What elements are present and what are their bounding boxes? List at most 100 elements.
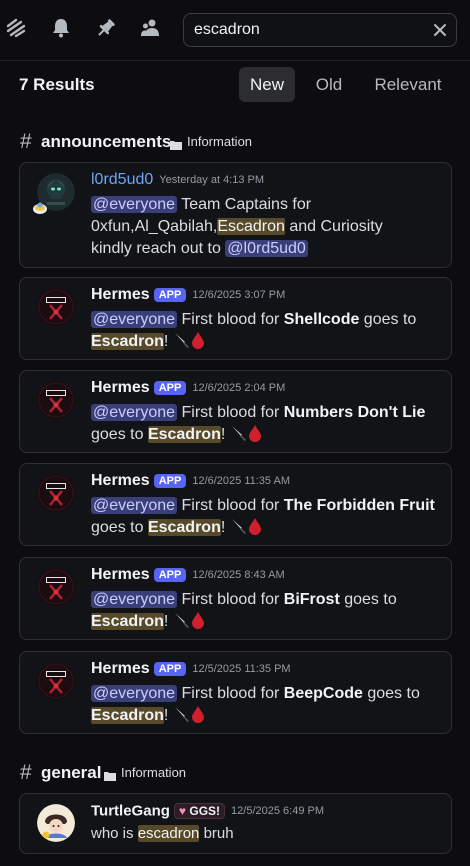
message-text: goes to: [91, 426, 148, 443]
knife-emoji-icon: [230, 424, 248, 449]
message-author[interactable]: Hermes: [91, 566, 150, 583]
folder-icon: [170, 137, 182, 150]
bell-icon[interactable]: [50, 17, 72, 39]
folder-icon: [104, 768, 116, 781]
message-author[interactable]: Hermes: [91, 286, 150, 303]
message-author[interactable]: Hermes: [91, 660, 150, 677]
search-result-message[interactable]: Hermes APP 12/6/2025 8:43 AM @everyone Fir…: [19, 557, 452, 640]
message-text: bruh: [199, 825, 234, 842]
blood-drop-emoji-icon: [191, 705, 205, 730]
message-content: @everyone First blood for Shellcode goes…: [91, 309, 441, 356]
challenge-name: BiFrost: [283, 591, 340, 608]
search-highlight: Escadron: [147, 426, 221, 443]
message-text: First blood for: [181, 685, 284, 702]
search-input[interactable]: [194, 14, 424, 46]
avatar[interactable]: [37, 288, 75, 326]
avatar[interactable]: [37, 381, 75, 419]
message-text: !: [220, 519, 226, 536]
avatar[interactable]: [37, 568, 75, 606]
app-badge: APP: [153, 381, 187, 395]
search-result-message[interactable]: Hermes APP 12/6/2025 11:35 AM @everyone Fi…: [19, 463, 452, 546]
search-result-message[interactable]: Hermes APP 12/5/2025 11:35 PM @everyone Fi…: [19, 651, 452, 734]
message-timestamp: 12/5/2025 6:49 PM: [231, 804, 324, 817]
message-text: First blood for: [181, 591, 284, 608]
channel-name[interactable]: announcements: [41, 127, 171, 157]
avatar[interactable]: [37, 804, 75, 842]
message-timestamp: 12/6/2025 8:43 AM: [192, 569, 285, 581]
category-name: Information: [121, 765, 187, 780]
message-header: Hermes APP 12/5/2025 11:35 PM: [91, 660, 291, 680]
message-timestamp: Yesterday at 4:13 PM: [159, 174, 265, 186]
search-highlight: Escadron: [91, 613, 164, 630]
message-timestamp: 12/6/2025 3:07 PM: [192, 289, 286, 301]
challenge-name: BeepCode: [283, 685, 363, 702]
message-author[interactable]: Hermes: [91, 472, 150, 489]
search-result-message[interactable]: Hermes APP 12/6/2025 2:04 PM @everyone Fir…: [19, 370, 452, 453]
message-content: who is escadron bruh: [91, 823, 441, 845]
avatar[interactable]: [37, 662, 75, 700]
knife-emoji-icon: [173, 331, 191, 356]
sort-relevant-tab[interactable]: Relevant: [366, 67, 450, 102]
search-highlight: Escadron: [217, 218, 285, 235]
channel-name[interactable]: general: [41, 758, 101, 788]
scrollbar[interactable]: [466, 111, 470, 866]
message-content: @everyone First blood for BiFrost goes t…: [91, 589, 441, 636]
search-result-message[interactable]: TurtleGang ♥ GGS! 12/5/2025 6:49 PM who is…: [19, 793, 452, 854]
message-author[interactable]: l0rd5ud0: [91, 171, 153, 188]
message-author[interactable]: TurtleGang: [91, 802, 170, 819]
message-author[interactable]: Hermes: [91, 379, 150, 396]
user-mention[interactable]: @l0rd5ud0: [225, 240, 308, 257]
message-header: Hermes APP 12/6/2025 2:04 PM: [91, 379, 285, 399]
role-tag: ♥ GGS!: [173, 802, 226, 819]
message-timestamp: 12/6/2025 2:04 PM: [192, 382, 286, 394]
sort-new-tab[interactable]: New: [239, 67, 295, 102]
sort-old-tab[interactable]: Old: [305, 67, 353, 102]
avatar-decoration-icon: [32, 200, 48, 216]
everyone-mention[interactable]: @everyone: [91, 591, 178, 608]
message-content: @everyone First blood for BeepCode goes …: [91, 683, 441, 730]
everyone-mention[interactable]: @everyone: [91, 497, 178, 514]
heart-icon: ♥: [178, 803, 187, 818]
message-text: !: [220, 426, 226, 443]
knife-emoji-icon: [173, 705, 191, 730]
role-tag-label: GGS!: [189, 803, 221, 818]
results-count: 7 Results: [19, 75, 95, 94]
channel-hash-icon: #: [20, 761, 32, 784]
message-content: @everyone First blood for Numbers Don't …: [91, 402, 441, 449]
threads-icon[interactable]: [5, 17, 27, 39]
blood-drop-emoji-icon: [248, 424, 262, 449]
knife-emoji-icon: [230, 517, 248, 542]
message-header: Hermes APP 12/6/2025 11:35 AM: [91, 472, 290, 492]
message-text: goes to: [91, 519, 148, 536]
results-header: 7 Results New Old Relevant: [0, 61, 470, 111]
message-header: l0rd5ud0 Yesterday at 4:13 PM: [91, 171, 264, 191]
message-text: !: [163, 333, 169, 350]
everyone-mention[interactable]: @everyone: [91, 196, 178, 213]
avatar[interactable]: [37, 474, 75, 512]
channel-section-header: # announcements Information: [0, 127, 470, 157]
search-result-message[interactable]: l0rd5ud0 Yesterday at 4:13 PM @everyone T…: [19, 162, 452, 268]
search-highlight: Escadron: [91, 333, 164, 350]
app-badge: APP: [153, 662, 187, 676]
message-text: goes to: [359, 311, 417, 328]
everyone-mention[interactable]: @everyone: [91, 311, 178, 328]
pin-icon[interactable]: [95, 17, 117, 39]
members-icon[interactable]: [140, 17, 162, 39]
message-text: !: [163, 613, 169, 630]
app-badge: APP: [153, 288, 187, 302]
close-icon[interactable]: [432, 22, 448, 38]
search-box[interactable]: [183, 13, 457, 47]
everyone-mention[interactable]: @everyone: [91, 685, 178, 702]
channel-hash-icon: #: [20, 130, 32, 153]
top-toolbar: [0, 0, 470, 60]
search-result-message[interactable]: Hermes APP 12/6/2025 3:07 PM @everyone Fir…: [19, 277, 452, 360]
message-text: First blood for: [181, 497, 284, 514]
challenge-name: The Forbidden Fruit: [283, 497, 435, 514]
search-highlight: escadron: [137, 825, 200, 842]
message-header: TurtleGang ♥ GGS! 12/5/2025 6:49 PM: [91, 802, 324, 822]
everyone-mention[interactable]: @everyone: [91, 404, 178, 421]
message-text: who is: [91, 825, 138, 842]
search-highlight: Escadron: [91, 707, 164, 724]
app-badge: APP: [153, 568, 187, 582]
message-text: !: [163, 707, 169, 724]
